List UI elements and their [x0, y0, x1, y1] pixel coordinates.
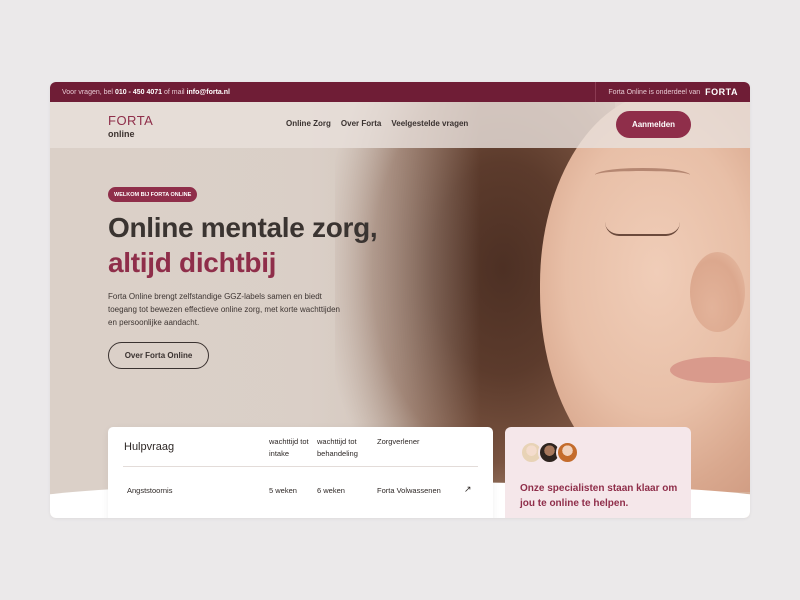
avatar — [556, 441, 579, 464]
table-row-behandeling: 6 weken — [317, 486, 345, 495]
external-link-icon[interactable]: ↗ — [464, 484, 472, 495]
specialists-promo: Onze specialisten staan klaar om jou te … — [505, 427, 691, 518]
nav-link-online-zorg[interactable]: Online Zorg — [286, 119, 331, 128]
hero-title-line1: Online mentale zorg, — [108, 212, 378, 243]
table-header-behandeling: wachttijd tot behandeling — [317, 437, 358, 458]
parent-text: Forta Online is onderdeel van — [608, 88, 701, 96]
main-nav: FORTA online Online Zorg Over Forta Veel… — [50, 102, 750, 148]
table-header-hulpvraag: Hulpvraag — [124, 441, 175, 453]
parent-brand-info: Forta Online is onderdeel van FORTA — [595, 82, 750, 102]
top-bar: Voor vragen, bel 010 - 450 4071 of mail … — [50, 82, 750, 102]
table-header-intake: wachttijd tot intake — [269, 437, 309, 458]
table-divider — [123, 466, 478, 467]
logo-forta: FORTA — [108, 113, 154, 128]
table-header-zorgverlener: Zorgverlener — [377, 437, 420, 446]
nav-link-over-forta[interactable]: Over Forta — [341, 119, 381, 128]
hero-image-brow — [595, 168, 690, 182]
hero-image-eye — [605, 222, 680, 236]
hero-title-line2: altijd dichtbij — [108, 247, 277, 278]
table-row-intake: 5 weken — [269, 486, 297, 495]
hero-image-nose — [690, 252, 745, 332]
site-logo[interactable]: FORTA online — [108, 113, 153, 139]
email-link[interactable]: info@forta.nl — [187, 89, 230, 96]
table-row-hulpvraag[interactable]: Angststoornis — [127, 486, 172, 495]
phone-link[interactable]: 010 - 450 4071 — [115, 89, 162, 96]
contact-mid: of mail — [164, 88, 185, 96]
browser-frame: Voor vragen, bel 010 - 450 4071 of mail … — [50, 82, 750, 518]
hero-lead-text: Forta Online brengt zelfstandige GGZ-lab… — [108, 292, 340, 327]
logo-online: online — [108, 129, 135, 139]
over-forta-button[interactable]: Over Forta Online — [108, 342, 209, 369]
specialist-avatars — [520, 441, 579, 464]
hero-image-lip — [670, 357, 750, 383]
nav-links: Online Zorg Over Forta Veelgestelde vrag… — [286, 119, 468, 128]
promo-text: Onze specialisten staan klaar om jou te … — [520, 483, 678, 509]
nav-link-veelgestelde-vragen[interactable]: Veelgestelde vragen — [391, 119, 468, 128]
table-row-zorgverlener: Forta Volwassenen — [377, 486, 441, 495]
contact-prefix: Voor vragen, bel — [62, 88, 113, 96]
parent-brand-logo[interactable]: FORTA — [705, 87, 738, 97]
wait-time-table: Hulpvraag wachttijd tot intake wachttijd… — [108, 427, 493, 518]
aanmelden-button[interactable]: Aanmelden — [616, 111, 691, 138]
contact-info: Voor vragen, bel 010 - 450 4071 of mail … — [50, 89, 595, 96]
welcome-badge: WELKOM BIJ FORTA ONLINE — [108, 187, 198, 202]
